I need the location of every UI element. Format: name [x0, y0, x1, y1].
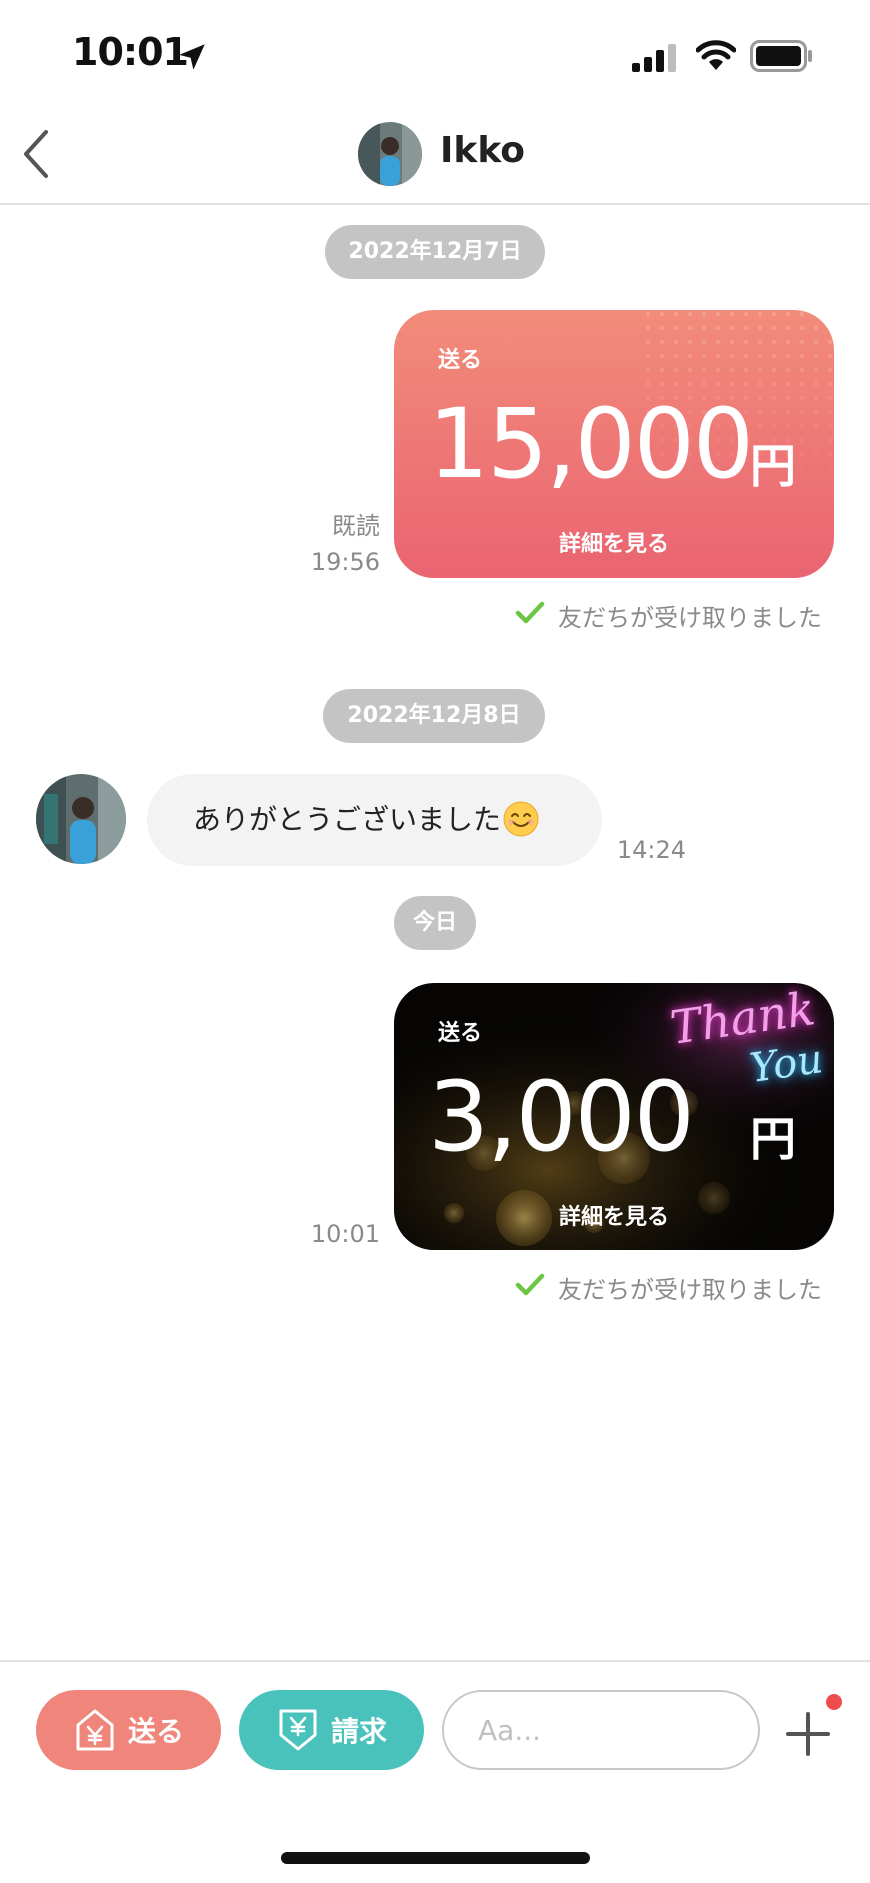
card-currency: 円: [750, 439, 796, 493]
contact-name: Ikko: [440, 130, 526, 171]
status-time: 10:01: [72, 30, 189, 74]
request-yen-icon: [279, 1709, 317, 1751]
card-amount: 15,000: [428, 388, 754, 500]
send-yen-icon: [76, 1709, 114, 1751]
location-arrow-icon: [179, 44, 205, 70]
battery-icon: [750, 40, 812, 72]
message-time: 14:24: [616, 836, 686, 864]
request-money-button[interactable]: 請求: [239, 1690, 424, 1770]
back-chevron-icon[interactable]: [16, 124, 56, 184]
card-currency: 円: [750, 1112, 796, 1166]
check-icon: [515, 1273, 545, 1296]
card-type-label: 送る: [438, 348, 483, 373]
cellular-signal-icon: [632, 44, 676, 72]
date-separator: 2022年12月7日: [325, 225, 545, 279]
home-indicator[interactable]: [281, 1852, 590, 1864]
message-bubble: ありがとうございました: [147, 774, 602, 866]
send-button-label: 送る: [128, 1715, 185, 1748]
notification-dot: [826, 1694, 842, 1710]
card-detail-link[interactable]: 詳細を見る: [394, 1199, 834, 1231]
plus-icon[interactable]: [782, 1708, 834, 1760]
card-type-label: 送る: [438, 1021, 483, 1046]
received-status: 友だちが受け取りました: [558, 1276, 822, 1304]
money-transfer-card[interactable]: Thank You 送る 3,000 円 詳細を見る: [394, 983, 834, 1250]
check-icon: [515, 601, 545, 624]
money-transfer-card[interactable]: 送る 15,000 円 詳細を見る: [394, 310, 834, 578]
message-input[interactable]: [442, 1690, 760, 1770]
card-amount: 3,000: [428, 1061, 695, 1173]
sender-avatar[interactable]: [36, 774, 126, 864]
contact-avatar[interactable]: [358, 122, 422, 186]
card-detail-link[interactable]: 詳細を見る: [394, 526, 834, 558]
message-time: 19:56: [310, 548, 380, 576]
message-time: 10:01: [310, 1220, 380, 1248]
message-text: ありがとうございました: [193, 803, 502, 836]
smiling-face-emoji-icon: [503, 801, 539, 837]
read-status: 既読: [332, 512, 380, 540]
bottom-divider: [0, 1660, 870, 1662]
header-divider: [0, 203, 870, 205]
date-separator: 2022年12月8日: [323, 689, 545, 743]
wifi-icon: [696, 40, 736, 70]
request-button-label: 請求: [331, 1715, 388, 1748]
received-status: 友だちが受け取りました: [558, 604, 822, 632]
avatar-photo-icon: [358, 122, 422, 186]
avatar-photo-icon: [36, 774, 126, 864]
send-money-button[interactable]: 送る: [36, 1690, 221, 1770]
date-separator: 今日: [394, 896, 476, 950]
